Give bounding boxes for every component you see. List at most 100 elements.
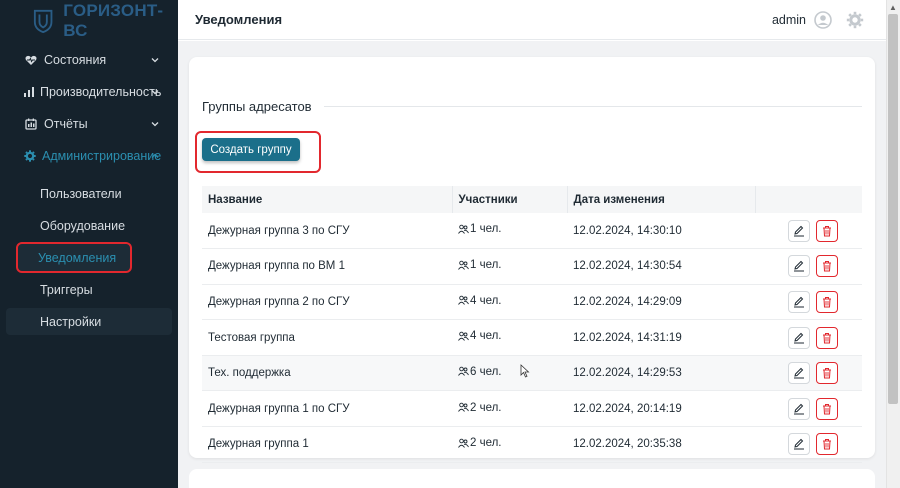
edit-button[interactable] <box>788 433 810 456</box>
edit-button[interactable] <box>788 397 810 420</box>
delete-button[interactable] <box>816 362 838 385</box>
trash-icon <box>823 261 831 272</box>
trash-icon <box>823 225 831 237</box>
table-row[interactable]: Дежурная группа 1 2 чел. 12.02.2024, 20:35… <box>202 427 862 463</box>
second-card <box>189 469 875 488</box>
edit-button[interactable] <box>788 326 810 349</box>
shield-logo-icon <box>33 9 53 34</box>
table-row[interactable]: Тех. поддержка 6 чел. 12.02.2024, 14:29:53 <box>202 355 862 391</box>
sidebar-subitem-label: Пользователи <box>40 186 122 201</box>
members-cell: 2 чел. <box>452 427 567 463</box>
pencil-icon <box>794 296 804 308</box>
user-menu[interactable]: admin <box>772 11 864 29</box>
date-cell: 12.02.2024, 20:14:19 <box>573 402 682 415</box>
scroll-thumb[interactable] <box>888 14 898 404</box>
users-icon <box>458 224 469 234</box>
edit-button[interactable] <box>788 362 810 385</box>
trash-icon <box>823 403 831 415</box>
group-name-cell: Тех. поддержка <box>208 367 291 380</box>
members-count: 4 чел. <box>470 294 502 307</box>
table-row[interactable]: Дежурная группа 3 по СГУ 1 чел. 12.02.2024… <box>202 213 862 249</box>
sidebar-subitem-label: Настройки <box>40 314 102 329</box>
page-title: Уведомления <box>195 12 283 27</box>
trash-icon <box>823 296 831 308</box>
delete-button[interactable] <box>816 219 838 242</box>
edit-button[interactable] <box>788 255 810 278</box>
edit-button[interactable] <box>788 219 810 242</box>
group-name-cell: Тестовая группа <box>208 331 295 344</box>
actions-cell <box>755 249 862 285</box>
settings-gear-icon[interactable] <box>846 11 864 29</box>
actions-cell <box>755 427 862 463</box>
delete-button[interactable] <box>816 290 838 313</box>
delete-button[interactable] <box>816 397 838 420</box>
delete-button[interactable] <box>816 326 838 349</box>
delete-button[interactable] <box>816 433 838 456</box>
group-name-cell: Дежурная группа 2 по СГУ <box>208 295 350 308</box>
sidebar-item-performance[interactable]: Производительность <box>0 76 178 108</box>
members-count: 1 чел. <box>470 223 502 236</box>
members-cell: 2 чел. <box>452 391 567 427</box>
pencil-icon <box>794 261 804 272</box>
sidebar-subitem-triggers[interactable]: Триггеры <box>6 276 172 303</box>
sidebar-item-reports[interactable]: Отчёты <box>0 108 178 140</box>
sidebar-item-label: Администрирование <box>42 149 162 163</box>
users-icon <box>458 367 469 377</box>
sidebar-subitem-users[interactable]: Пользователи <box>6 180 172 207</box>
scroll-up-arrow-icon[interactable]: ▲ <box>886 0 900 14</box>
table-row[interactable]: Дежурная группа 1 по СГУ 2 чел. 12.02.2024… <box>202 391 862 427</box>
date-cell: 12.02.2024, 14:29:09 <box>573 295 682 308</box>
members-count: 4 чел. <box>470 330 502 343</box>
members-count: 2 чел. <box>470 401 502 414</box>
pencil-icon <box>794 225 804 237</box>
table-row[interactable]: Дежурная группа по ВМ 1 1 чел. 12.02.2024,… <box>202 249 862 285</box>
groups-card: Группы адресатов Создать группу Название… <box>189 57 875 463</box>
users-icon <box>458 402 469 412</box>
edit-button[interactable] <box>788 290 810 313</box>
column-header-members[interactable]: Участники <box>452 186 568 213</box>
groups-table: Название Участники Дата изменения Дежурн… <box>202 186 862 463</box>
table-row[interactable]: Дежурная группа 2 по СГУ 4 чел. 12.02.2024… <box>202 284 862 320</box>
date-cell: 12.02.2024, 14:30:54 <box>573 260 682 273</box>
table-row[interactable]: Тестовая группа 4 чел. 12.02.2024, 14:31:1… <box>202 320 862 356</box>
trash-icon <box>823 368 831 379</box>
pencil-icon <box>794 332 804 344</box>
sidebar-item-label: Состояния <box>44 53 107 67</box>
users-icon <box>458 295 469 305</box>
delete-button[interactable] <box>816 255 838 278</box>
sidebar-item-administration[interactable]: Администрирование <box>0 140 178 172</box>
section-divider <box>324 106 862 107</box>
members-count: 6 чел. <box>470 365 502 378</box>
group-name-cell: Дежурная группа 1 <box>208 438 309 451</box>
users-icon <box>458 438 469 448</box>
sidebar-subitem-label: Уведомления <box>38 250 117 265</box>
sidebar-subitem-equipment[interactable]: Оборудование <box>6 212 172 239</box>
sidebar-subitem-settings[interactable]: Настройки <box>6 308 172 335</box>
create-group-button[interactable]: Создать группу <box>202 138 300 161</box>
sidebar-subitem-label: Оборудование <box>40 218 126 233</box>
sidebar-item-label: Отчёты <box>44 117 88 131</box>
date-cell: 12.02.2024, 14:31:19 <box>573 331 682 344</box>
date-cell: 12.02.2024, 14:29:53 <box>573 367 682 380</box>
users-icon <box>458 331 469 341</box>
username: admin <box>771 13 806 27</box>
actions-cell <box>755 355 862 391</box>
column-header-name[interactable]: Название <box>202 186 453 213</box>
user-avatar-icon[interactable] <box>814 11 832 29</box>
trash-icon <box>823 332 831 344</box>
group-name-cell: Дежурная группа 1 по СГУ <box>208 402 350 415</box>
logo[interactable]: ГОРИЗОНТ-ВС <box>0 0 178 42</box>
bar-chart-icon <box>24 85 34 99</box>
vertical-scrollbar[interactable]: ▲ <box>886 0 900 488</box>
table-body: Дежурная группа 3 по СГУ 1 чел. 12.02.2024… <box>202 213 862 463</box>
column-header-actions <box>755 186 862 213</box>
column-header-date[interactable]: Дата изменения <box>567 186 756 213</box>
group-name-cell: Дежурная группа 3 по СГУ <box>208 224 350 237</box>
sidebar-item-status[interactable]: Состояния <box>0 44 178 76</box>
header: Уведомления admin <box>178 0 886 40</box>
sidebar-subitem-notifications[interactable]: Уведомления <box>16 242 132 273</box>
pencil-icon <box>794 439 804 450</box>
section-title: Группы адресатов <box>202 99 312 114</box>
sidebar-nav: Состояния Производительность Отчёты Адми… <box>0 44 178 172</box>
members-count: 2 чел. <box>470 437 502 450</box>
